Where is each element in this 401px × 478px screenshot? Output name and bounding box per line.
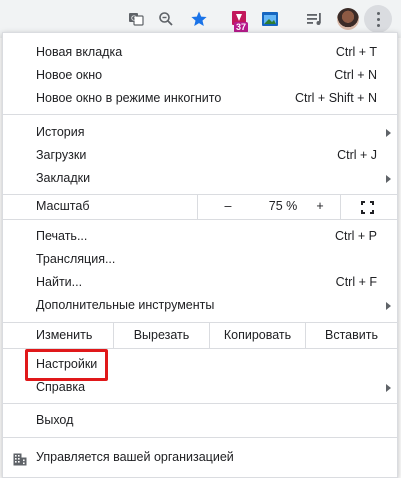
menu-item-shortcut: Ctrl + N: [334, 68, 377, 82]
menu-item-downloads[interactable]: Загрузки Ctrl + J: [3, 144, 397, 167]
menu-item-label: Закладки: [36, 171, 91, 185]
menu-item-label: Выход: [36, 413, 74, 427]
menu-item-label: Новая вкладка: [36, 45, 123, 59]
menu-item-cast[interactable]: Трансляция...: [3, 248, 397, 271]
copy-button[interactable]: Копировать: [210, 323, 305, 348]
menu-divider: [3, 403, 397, 404]
chrome-main-menu: Новая вкладка Ctrl + T Новое окно Ctrl +…: [2, 32, 398, 478]
menu-item-label: Трансляция...: [36, 252, 116, 266]
zoom-icon[interactable]: [154, 7, 178, 31]
menu-item-managed[interactable]: Управляется вашей организацией: [3, 446, 397, 469]
zoom-value: 75 %: [268, 199, 298, 213]
menu-item-label: Найти...: [36, 275, 83, 289]
menu-divider: [3, 437, 397, 438]
submenu-arrow-icon: [386, 384, 391, 392]
svg-text:G: G: [131, 15, 136, 23]
menu-divider: [3, 219, 397, 220]
cut-button[interactable]: Вырезать: [114, 323, 209, 348]
menu-item-label: Новое окно в режиме инкогнито: [36, 91, 222, 105]
managed-label: Управляется вашей организацией: [36, 450, 234, 464]
menu-item-new-tab[interactable]: Новая вкладка Ctrl + T: [3, 41, 397, 64]
avatar: [337, 8, 359, 30]
menu-item-shortcut: Ctrl + T: [335, 45, 377, 59]
menu-divider: [3, 114, 397, 115]
submenu-arrow-icon: [386, 302, 391, 310]
menu-edit-row: Изменить Вырезать Копировать Вставить: [3, 323, 397, 348]
menu-item-label: Дополнительные инструменты: [36, 298, 215, 312]
menu-item-shortcut: Ctrl + P: [334, 229, 377, 243]
translate-icon[interactable]: G: [124, 7, 148, 31]
menu-item-new-window[interactable]: Новое окно Ctrl + N: [3, 64, 397, 87]
extension-icon[interactable]: 37: [227, 7, 251, 33]
menu-item-label: Справка: [36, 380, 86, 394]
fullscreen-icon[interactable]: [361, 201, 374, 214]
profile-avatar[interactable]: [336, 7, 360, 31]
menu-item-incognito[interactable]: Новое окно в режиме инкогнито Ctrl + Shi…: [3, 87, 397, 110]
menu-item-exit[interactable]: Выход: [3, 409, 397, 432]
submenu-arrow-icon: [386, 175, 391, 183]
menu-item-history[interactable]: История: [3, 121, 397, 144]
zoom-divider: [340, 195, 341, 220]
media-control-icon[interactable]: [303, 7, 327, 31]
edit-label: Изменить: [36, 328, 93, 342]
paste-button[interactable]: Вставить: [306, 323, 397, 348]
menu-item-label: Загрузки: [36, 148, 87, 162]
more-menu-icon[interactable]: [364, 5, 392, 33]
menu-item-label: Новое окно: [36, 68, 103, 82]
menu-item-label: Печать...: [36, 229, 88, 243]
screenshot-extension-icon[interactable]: [258, 7, 282, 31]
menu-item-bookmarks[interactable]: Закладки: [3, 167, 397, 190]
submenu-arrow-icon: [386, 129, 391, 137]
menu-item-help[interactable]: Справка: [3, 376, 397, 399]
bookmark-star-icon[interactable]: [187, 7, 211, 31]
menu-item-shortcut: Ctrl + F: [335, 275, 377, 289]
zoom-label: Масштаб: [36, 199, 90, 213]
building-icon: [13, 451, 27, 474]
menu-item-label: История: [36, 125, 85, 139]
menu-item-shortcut: Ctrl + Shift + N: [295, 91, 377, 105]
zoom-out-button[interactable]: –: [209, 195, 247, 218]
menu-zoom-row: Масштаб – 75 % +: [3, 195, 397, 220]
menu-item-shortcut: Ctrl + J: [337, 148, 377, 162]
menu-item-print[interactable]: Печать... Ctrl + P: [3, 225, 397, 248]
menu-item-find[interactable]: Найти... Ctrl + F: [3, 271, 397, 294]
zoom-divider: [197, 195, 198, 220]
menu-item-more-tools[interactable]: Дополнительные инструменты: [3, 294, 397, 317]
zoom-in-button[interactable]: +: [303, 195, 337, 218]
